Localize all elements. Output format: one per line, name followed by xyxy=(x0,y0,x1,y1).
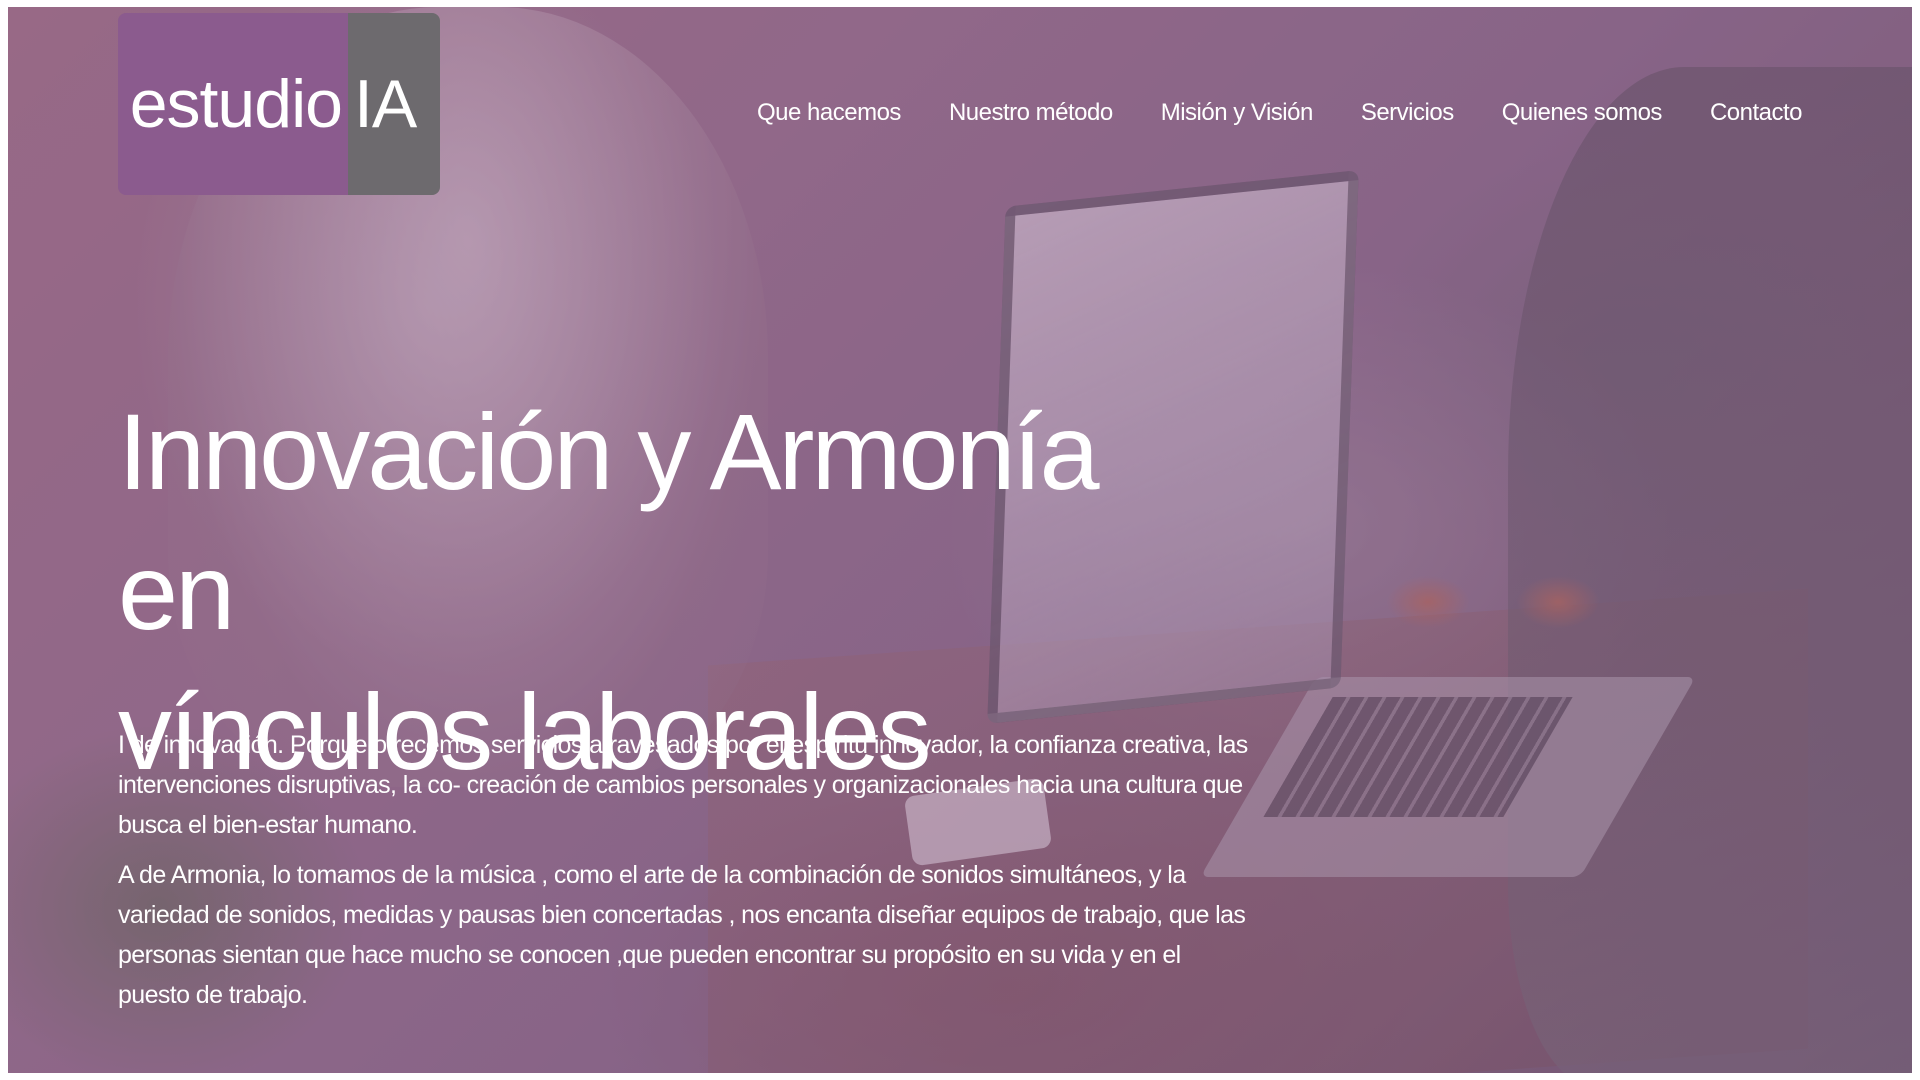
site-logo[interactable]: estudio IA xyxy=(118,13,440,195)
logo-secondary-block: IA xyxy=(348,13,440,195)
hero-description: I de innovación. Porque ofrecemos servic… xyxy=(118,725,1248,1025)
hero-paragraph-innovacion: I de innovación. Porque ofrecemos servic… xyxy=(118,731,1248,839)
nav-item-nuestro-metodo[interactable]: Nuestro método xyxy=(949,99,1113,127)
nav-item-contacto[interactable]: Contacto xyxy=(1710,99,1803,127)
logo-text-ia: IA xyxy=(354,66,417,142)
hero-title-line1: Innovación y Armonía en xyxy=(118,391,1100,652)
hero-section: estudio IA Que hacemos Nuestro método Mi… xyxy=(8,7,1912,1073)
nav-item-servicios[interactable]: Servicios xyxy=(1361,99,1454,127)
main-nav: Que hacemos Nuestro método Misión y Visi… xyxy=(757,99,1802,127)
hero-paragraph-armonia: A de Armonia, lo tomamos de la música , … xyxy=(118,861,1246,1009)
nav-item-quienes-somos[interactable]: Quienes somos xyxy=(1502,99,1663,127)
nav-item-mision-vision[interactable]: Misión y Visión xyxy=(1161,99,1314,127)
logo-primary-block: estudio xyxy=(118,13,348,195)
logo-text-estudio: estudio xyxy=(129,66,343,142)
nav-item-que-hacemos[interactable]: Que hacemos xyxy=(757,99,901,127)
